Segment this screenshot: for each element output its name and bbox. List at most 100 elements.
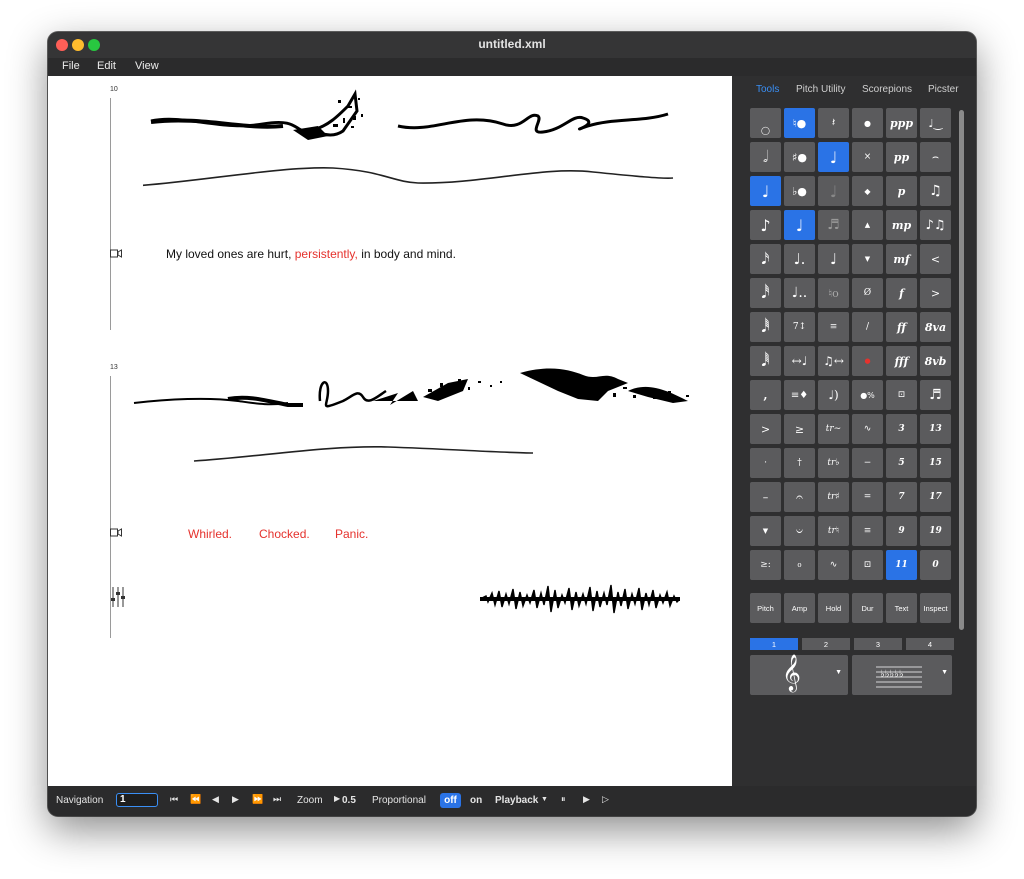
x-notehead-tool[interactable]: ×: [852, 142, 883, 172]
slashed-notehead-tool[interactable]: Ø: [852, 278, 883, 308]
breath-mark-tool[interactable]: ,: [750, 380, 781, 410]
page-tab-3[interactable]: 3: [854, 638, 902, 650]
beamed-group-tool[interactable]: ♬: [818, 210, 849, 240]
zoom-stepper-icon[interactable]: ▶: [334, 794, 340, 803]
dynamic-ppp-tool[interactable]: ppp: [886, 108, 917, 138]
menu-view[interactable]: View: [135, 60, 159, 72]
notehead-tool[interactable]: ●: [852, 108, 883, 138]
quarter-note-tool[interactable]: ♩: [818, 142, 849, 172]
tuplet-19-tool[interactable]: 19: [920, 516, 951, 546]
skip-to-end-icon[interactable]: ⏭: [273, 794, 281, 805]
crescendo-tool[interactable]: <: [920, 244, 951, 274]
menu-edit[interactable]: Edit: [97, 60, 116, 72]
harmonic-tool[interactable]: o: [784, 550, 815, 580]
tremolo-2-tool[interactable]: =: [852, 482, 883, 512]
dynamic-mf-tool[interactable]: mf: [886, 244, 917, 274]
eighth-note-tool[interactable]: ♪: [750, 210, 781, 240]
tab-picster[interactable]: Picster: [928, 84, 959, 95]
graphic-notation-system-2[interactable]: [128, 361, 728, 471]
panel-scrollbar[interactable]: [959, 110, 964, 630]
tuplet-tool[interactable]: 7↕: [784, 312, 815, 342]
tied-note-tool[interactable]: ♩‿: [920, 108, 951, 138]
pitch-button[interactable]: Pitch: [750, 593, 781, 623]
stacked-whole-tool[interactable]: ≡: [818, 312, 849, 342]
trill-tool[interactable]: tr∼: [818, 414, 849, 444]
dynamic-p-tool[interactable]: p: [886, 176, 917, 206]
key-signature-selector[interactable]: ♭♭♭♭♭ ▼: [852, 655, 952, 695]
quarter-note-tool[interactable]: ♩: [784, 210, 815, 240]
sharp-tool[interactable]: ♯●: [784, 142, 815, 172]
tab-tools[interactable]: Tools: [756, 84, 779, 95]
natural-flat-tool[interactable]: ♮●: [784, 108, 815, 138]
beamed-pair-tool[interactable]: ♬: [920, 380, 951, 410]
glissando-tool[interactable]: ∿: [818, 550, 849, 580]
lyric-word[interactable]: Chocked.: [259, 527, 310, 541]
dur-button[interactable]: Dur: [852, 593, 883, 623]
hold-button[interactable]: Hold: [818, 593, 849, 623]
quarter-rest-tool[interactable]: 𝄽: [818, 108, 849, 138]
amp-button[interactable]: Amp: [784, 593, 815, 623]
step-forward-icon[interactable]: ▶: [232, 794, 239, 805]
proportional-off-button[interactable]: off: [440, 793, 461, 808]
quarter-note-tool[interactable]: ♩: [750, 176, 781, 206]
measure-input[interactable]: 1: [116, 793, 158, 807]
beamed-notes-tool[interactable]: ♫: [920, 176, 951, 206]
menu-file[interactable]: File: [62, 60, 80, 72]
camera-icon[interactable]: [110, 249, 122, 258]
lyric-word[interactable]: Panic.: [335, 527, 368, 541]
audio-waveform[interactable]: [480, 576, 680, 622]
tenuto-tool[interactable]: –: [750, 482, 781, 512]
tuplet-11-tool[interactable]: 11: [886, 550, 917, 580]
box-notehead-tool[interactable]: ⊡: [886, 380, 917, 410]
text-button[interactable]: Text: [886, 593, 917, 623]
play-from-cursor-icon[interactable]: ▷: [602, 794, 609, 805]
quarter-note-tool[interactable]: ♩: [818, 244, 849, 274]
fermata-tool[interactable]: 𝄐: [784, 482, 815, 512]
zoom-value[interactable]: 0.5: [342, 795, 356, 806]
lyric-line-1[interactable]: My loved ones are hurt, persistently, in…: [166, 247, 456, 261]
tab-pitch-utility[interactable]: Pitch Utility: [796, 84, 845, 95]
percent-notehead-tool[interactable]: ●%: [852, 380, 883, 410]
64th-note-tool[interactable]: 𝅘𝅥𝅱: [750, 312, 781, 342]
mixer-icon[interactable]: [110, 586, 126, 608]
inverted-fermata-tool[interactable]: 𝄑: [784, 516, 815, 546]
trill-flat-tool[interactable]: tr♭: [818, 448, 849, 478]
score-canvas[interactable]: 10 My loved ones are hurt, persistently,…: [48, 76, 732, 786]
boxed-tool[interactable]: ⊡: [852, 550, 883, 580]
note-pair-tool[interactable]: ♪♫: [920, 210, 951, 240]
double-dotted-quarter-tool[interactable]: ♩..: [784, 278, 815, 308]
dynamic-f-tool[interactable]: f: [886, 278, 917, 308]
skip-to-start-icon[interactable]: ⏮: [170, 794, 178, 805]
dynamic-mp-tool[interactable]: mp: [886, 210, 917, 240]
lyric-word[interactable]: Whirled.: [188, 527, 232, 541]
slur-tool[interactable]: ⌢: [920, 142, 951, 172]
staff-lines-tool[interactable]: ≡♦: [784, 380, 815, 410]
pause-icon[interactable]: ⏸: [561, 794, 566, 805]
tuplet-3-tool[interactable]: 3: [886, 414, 917, 444]
marcato-tool[interactable]: ≥: [784, 414, 815, 444]
inspect-button[interactable]: Inspect: [920, 593, 951, 623]
decrescendo-tool[interactable]: >: [920, 278, 951, 308]
trill-natural-tool[interactable]: tr♮: [818, 516, 849, 546]
tremolo-tool[interactable]: ∿: [852, 414, 883, 444]
tuplet-13-tool[interactable]: 13: [920, 414, 951, 444]
dynamic-pp-tool[interactable]: pp: [886, 142, 917, 172]
diamond-notehead-tool[interactable]: ◆: [852, 176, 883, 206]
staccato-accent-tool[interactable]: †: [784, 448, 815, 478]
page-tab-1[interactable]: 1: [750, 638, 798, 650]
tuplet-17-tool[interactable]: 17: [920, 482, 951, 512]
tuplet-7-tool[interactable]: 7: [886, 482, 917, 512]
tremolo-3-tool[interactable]: ≡: [852, 516, 883, 546]
camera-icon[interactable]: [110, 528, 122, 537]
tuplet-15-tool[interactable]: 15: [920, 448, 951, 478]
flat-tool[interactable]: ♭●: [784, 176, 815, 206]
wedge-tool[interactable]: ▼: [750, 516, 781, 546]
arc-note-tool[interactable]: ♩): [818, 380, 849, 410]
fast-rewind-icon[interactable]: ⏪: [190, 794, 201, 805]
tab-scorepions[interactable]: Scorepions: [862, 84, 912, 95]
tuplet-9-tool[interactable]: 9: [886, 516, 917, 546]
octave-down-tool[interactable]: 8vb: [920, 346, 951, 376]
play-icon[interactable]: ▶: [583, 794, 590, 805]
clef-selector[interactable]: 𝄞 ▼: [750, 653, 848, 695]
playback-menu[interactable]: Playback: [495, 795, 538, 806]
